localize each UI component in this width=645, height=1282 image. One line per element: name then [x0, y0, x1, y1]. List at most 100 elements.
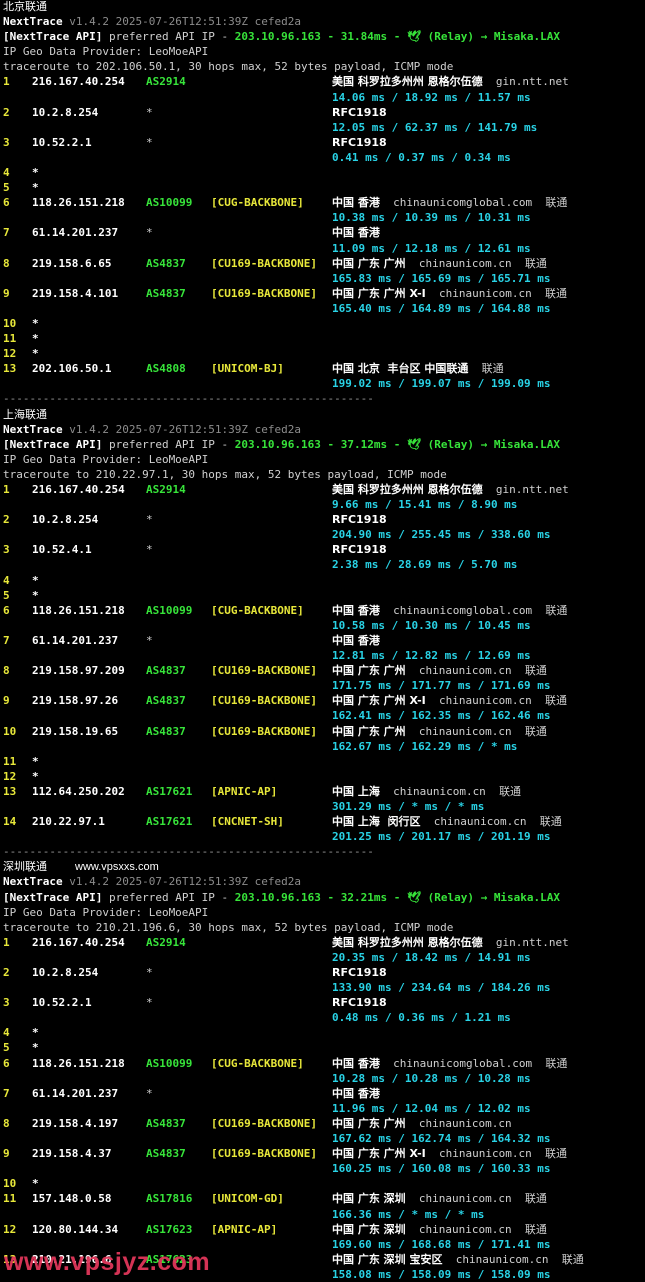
hop-number: 10 [3, 724, 17, 738]
hop-geo-group: RFC1918 [332, 995, 387, 1010]
hop-ip: * [32, 769, 39, 783]
hop-ip: 10.2.8.254 [32, 966, 99, 979]
hop-ip: 118.26.151.218 [32, 603, 125, 617]
hop-number: 2 [3, 966, 10, 979]
api-line-content: [NextTrace API] preferred API IP - 203.1… [3, 890, 561, 904]
hop-geo-group: 美国 科罗拉多州州 恩格尔伍德 gin.ntt.net [332, 74, 569, 89]
hop-isp: 联通 [544, 1147, 567, 1161]
hop-geo: 中国 香港 [332, 1056, 380, 1070]
version-name: NextTrace [3, 15, 63, 29]
hop-rtt-row: 2.38 ms / 28.69 ms / 5.70 ms [3, 557, 643, 572]
hop-rtt-row: 171.75 ms / 171.77 ms / 171.69 ms [3, 678, 643, 693]
hop-asn: * [146, 1086, 153, 1100]
hop-ip: 10.52.2.1 [32, 135, 92, 149]
version-line: NextTrace v1.4.2 2025-07-26T12:51:39Z ce… [3, 422, 643, 437]
hop-number: 6 [3, 196, 10, 210]
hop-number: 11 [3, 1192, 17, 1206]
hop-geo: 中国 广东 广州 [332, 256, 406, 270]
hop-row: 4 * [3, 1025, 643, 1040]
hop-ip: 219.158.6.65 [32, 256, 112, 270]
hop-asn: AS4837 [146, 664, 186, 678]
hop-rtt-row: 0.48 ms / 0.36 ms / 1.21 ms [3, 1010, 643, 1025]
version-name: NextTrace [3, 422, 63, 436]
api-ip: 203.10.96.163 [234, 437, 321, 451]
hop-number: 3 [3, 135, 10, 149]
hop-asn: * [146, 226, 153, 240]
hop-row: 10 219.158.19.65 AS4837 [CU169-BACKBONE] 中国 … [3, 724, 643, 739]
hop-tag: [UNICOM-BJ] [211, 362, 284, 376]
hop-asn: AS10099 [146, 603, 193, 617]
hop-geo: 中国 广东 广州 [332, 1116, 406, 1130]
hop-asn: * [146, 135, 153, 149]
hop-geo: 美国 科罗拉多州州 恩格尔伍德 [332, 483, 483, 496]
hop-number: 1 [3, 483, 10, 496]
hop-rtt: 162.41 ms / 162.35 ms / 162.46 ms [332, 709, 551, 723]
api-latency: 37.12ms [340, 437, 388, 451]
hop-rtt: 12.81 ms / 12.82 ms / 12.69 ms [332, 649, 531, 663]
hop-number: 4 [3, 1026, 10, 1040]
hop-rtt-row: 166.36 ms / * ms / * ms [3, 1207, 643, 1222]
hop-number: 12 [3, 347, 17, 361]
hop-rtt-row: 162.67 ms / 162.29 ms / * ms [3, 739, 643, 754]
hop-rtt: 0.41 ms / 0.37 ms / 0.34 ms [332, 150, 511, 164]
hop-ip: 219.158.19.65 [32, 724, 119, 738]
hop-ip: 219.158.4.101 [32, 286, 119, 300]
hop-geo: 美国 科罗拉多州州 恩格尔伍德 [332, 75, 483, 89]
watermark-small: www.vpsxxs.com [75, 861, 159, 873]
hop-tag: [CNCNET-SH] [211, 815, 284, 829]
hop-row: 13 112.64.250.202 AS17621 [APNIC-AP] 中国 上海 c… [3, 784, 643, 799]
hop-ip: 10.2.8.254 [32, 105, 99, 119]
hop-geo: 中国 广东 广州 X-I [332, 286, 426, 300]
hop-number: 8 [3, 1116, 10, 1130]
hop-rtt: 162.67 ms / 162.29 ms / * ms [332, 739, 518, 753]
hop-asn: AS10099 [146, 196, 193, 210]
hop-isp: 联通 [524, 1222, 547, 1236]
hop-ip: 219.158.4.197 [32, 1116, 119, 1130]
hop-row: 6 118.26.151.218 AS10099 [CUG-BACKBONE] 中国 香… [3, 1056, 643, 1071]
hop-asn: * [146, 633, 153, 647]
hop-rtt-row: 301.29 ms / * ms / * ms [3, 799, 643, 814]
hop-row: 11 * [3, 754, 643, 769]
hop-number: 6 [3, 1056, 10, 1070]
hop-rtt-row: 162.41 ms / 162.35 ms / 162.46 ms [3, 708, 643, 723]
hop-number: 9 [3, 1147, 10, 1161]
api-relay: 🕊 (Relay) → Misaka.LAX [407, 890, 561, 904]
hop-asn: AS4837 [146, 1147, 186, 1161]
geo-provider-text: IP Geo Data Provider: LeoMoeAPI [3, 452, 209, 466]
api-text: preferred API IP - [102, 890, 235, 904]
hop-number: 8 [3, 664, 10, 678]
hop-number: 4 [3, 166, 10, 180]
hop-geo: 中国 香港 [332, 633, 380, 647]
hop-row: 4 * [3, 573, 643, 588]
traceroute-line: traceroute to 210.21.196.6, 30 hops max,… [3, 920, 643, 935]
hop-tag: [CU169-BACKBONE] [211, 256, 317, 270]
api-tag: [NextTrace API] [3, 890, 103, 904]
hop-asn: AS4837 [146, 694, 186, 708]
geo-provider-text: IP Geo Data Provider: LeoMoeAPI [3, 905, 209, 919]
api-dash: - [320, 437, 341, 451]
hop-rtt: 160.25 ms / 160.08 ms / 160.33 ms [332, 1162, 551, 1176]
hop-row: 11 * [3, 331, 643, 346]
hop-asn: AS2914 [146, 483, 186, 496]
hop-row: 6 118.26.151.218 AS10099 [CUG-BACKBONE] 中国 香… [3, 195, 643, 210]
version-line: NextTrace v1.4.2 2025-07-26T12:51:39Z ce… [3, 874, 643, 889]
hop-row: 6 118.26.151.218 AS10099 [CUG-BACKBONE] 中国 香… [3, 603, 643, 618]
hop-geo: 中国 广东 广州 [332, 664, 406, 678]
hop-domain: chinaunicom.cn [418, 664, 512, 678]
hop-row: 12 * [3, 769, 643, 784]
hop-domain: chinaunicom.cn [393, 784, 486, 798]
api-line: [NextTrace API] preferred API IP - 203.1… [3, 890, 643, 905]
hop-rtt-row: 160.25 ms / 160.08 ms / 160.33 ms [3, 1161, 643, 1176]
hop-rtt: 165.40 ms / 164.89 ms / 164.88 ms [332, 301, 551, 315]
hop-rtt-row: 133.90 ms / 234.64 ms / 184.26 ms [3, 980, 643, 995]
hop-geo: 中国 香港 [332, 196, 380, 210]
hop-rtt: 199.02 ms / 199.07 ms / 199.09 ms [332, 377, 551, 391]
hop-isp: 联通 [561, 1252, 584, 1266]
hop-geo-group: 美国 科罗拉多州州 恩格尔伍德 gin.ntt.net [332, 482, 569, 497]
separator-text: ----------------------------------------… [3, 845, 374, 859]
hop-ip: * [32, 347, 39, 361]
hop-rtt: 301.29 ms / * ms / * ms [332, 799, 485, 813]
hop-geo-group: 中国 广东 广州 chinaunicom.cn [332, 1116, 512, 1131]
hop-number: 12 [3, 1222, 17, 1236]
hop-row: 9 219.158.97.26 AS4837 [CU169-BACKBONE] 中国 广… [3, 693, 643, 708]
